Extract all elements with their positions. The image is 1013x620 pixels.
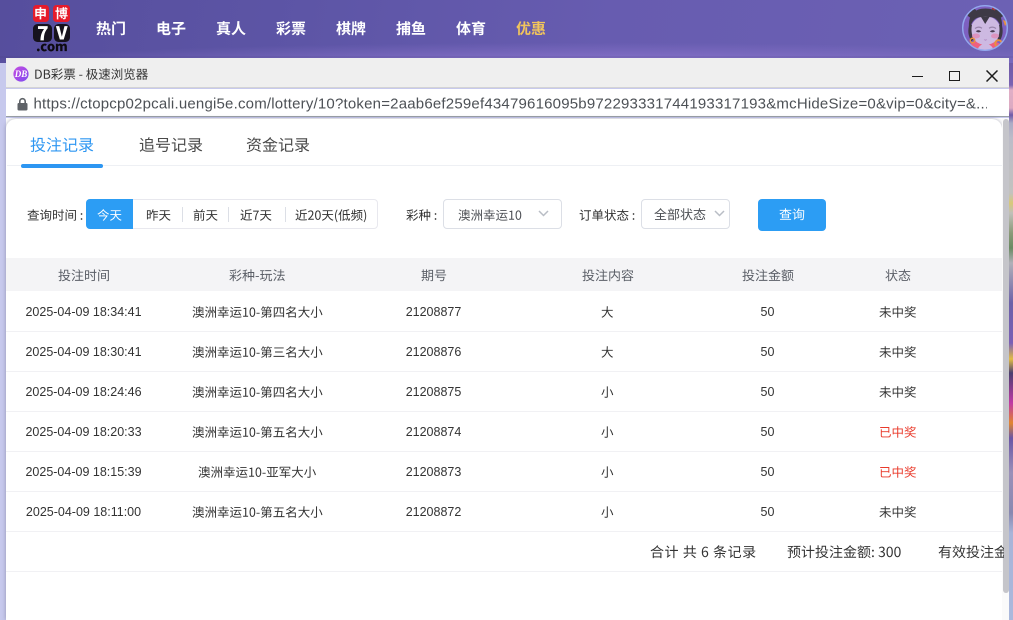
svg-text:DB: DB: [14, 69, 28, 79]
